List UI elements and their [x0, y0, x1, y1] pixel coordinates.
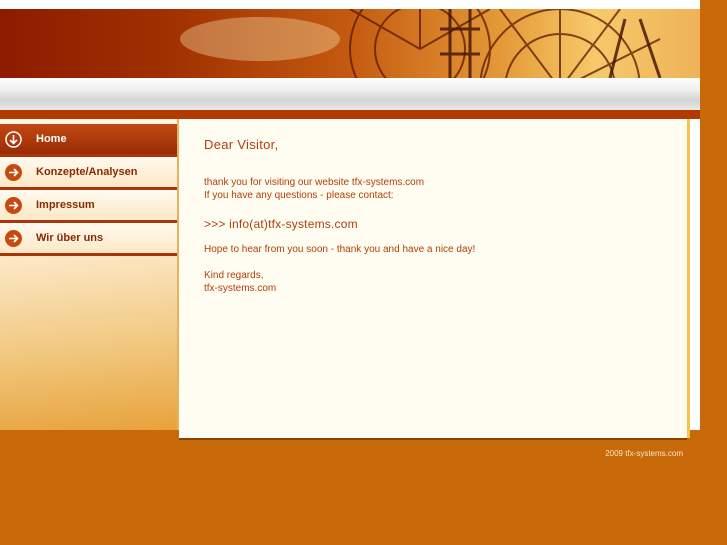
header-divider — [0, 110, 700, 119]
footer-copyright: 2009 tfx-systems.com — [605, 449, 683, 458]
content-panel-bottom — [179, 430, 687, 440]
silver-bar — [0, 78, 700, 110]
chevron-right-circle-icon — [5, 196, 22, 214]
nav-item-label: Home — [36, 133, 67, 145]
nav-item-konzepte-analysen[interactable]: Konzepte/Analysen — [0, 157, 177, 190]
closing-text: Hope to hear from you soon - thank you a… — [204, 244, 476, 255]
intro-text: thank you for visiting our website tfx-s… — [204, 177, 425, 188]
chevron-right-circle-icon — [5, 163, 22, 181]
nav-item-impressum[interactable]: Impressum — [0, 190, 177, 223]
top-strip — [0, 0, 700, 9]
regards-text: Kind regards, — [204, 270, 264, 281]
header-banner — [0, 9, 700, 78]
nav-item-label: Impressum — [36, 199, 95, 211]
signature-text: tfx-systems.com — [204, 283, 277, 294]
nav-item-wir-ueber-uns[interactable]: Wir über uns — [0, 223, 177, 256]
nav-item-label: Konzepte/Analysen — [36, 166, 138, 178]
right-strip — [690, 119, 700, 430]
contact-email-link[interactable]: >>> info(at)tfx-systems.com — [204, 217, 358, 231]
nav-item-home[interactable]: Home — [0, 124, 177, 157]
sidebar: Home Konzepte/Analysen Impressum Wir übe… — [0, 119, 178, 430]
question-text: If you have any questions - please conta… — [204, 190, 394, 201]
ferris-wheel-image — [180, 9, 662, 78]
chevron-right-circle-icon — [5, 229, 22, 247]
page: Home Konzepte/Analysen Impressum Wir übe… — [0, 0, 727, 545]
nav-item-label: Wir über uns — [36, 232, 104, 244]
chevron-down-circle-icon — [5, 130, 22, 148]
greeting-text: Dear Visitor, — [204, 137, 279, 152]
